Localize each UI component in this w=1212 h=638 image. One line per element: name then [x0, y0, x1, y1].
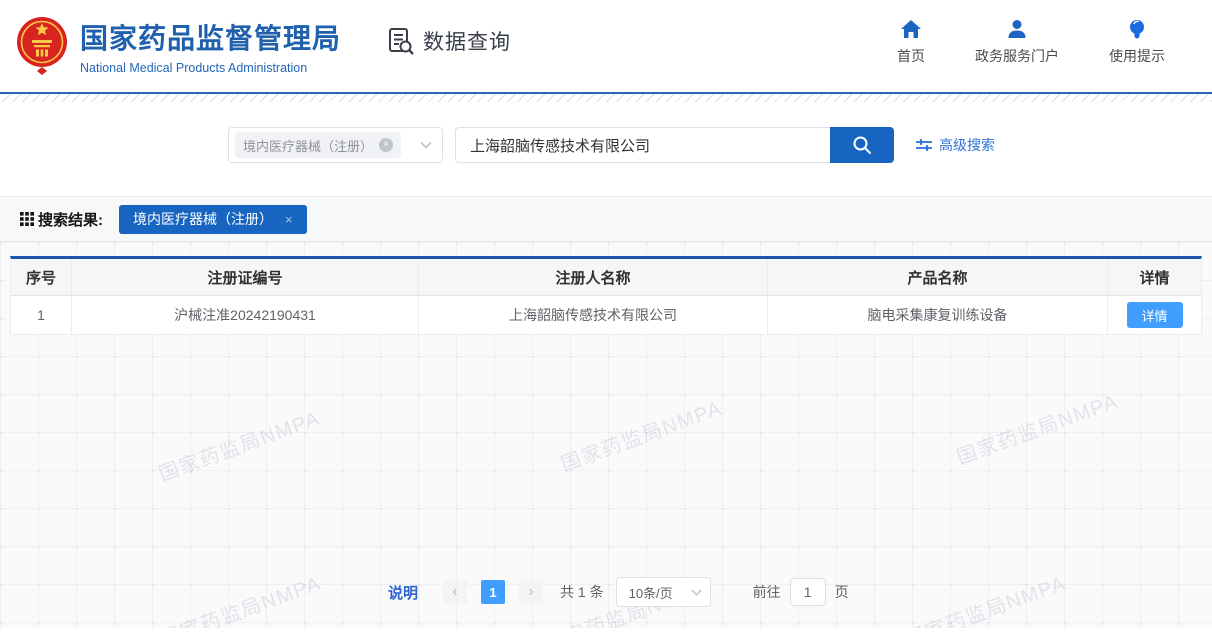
cell-product: 脑电采集康复训练设备	[768, 296, 1108, 334]
nav-gov-portal-label: 政务服务门户	[975, 46, 1059, 66]
nav-usage-tips[interactable]: 使用提示	[1109, 19, 1165, 66]
cell-index: 1	[11, 296, 72, 334]
nav-home-label: 首页	[897, 46, 925, 66]
advanced-search-link[interactable]: 高级搜索	[916, 135, 995, 155]
hatched-divider	[0, 94, 1212, 102]
org-title-block: 国家药品监督管理局 National Medical Products Admi…	[80, 17, 341, 75]
goto-page-input[interactable]	[790, 578, 826, 606]
nav-usage-tips-label: 使用提示	[1109, 46, 1165, 66]
advanced-search-label: 高级搜索	[939, 135, 995, 155]
document-search-icon	[386, 26, 416, 56]
results-bar: 搜索结果: 境内医疗器械（注册） ×	[0, 196, 1212, 242]
lightbulb-icon	[1126, 19, 1148, 39]
chevron-down-icon	[691, 589, 702, 596]
app-title: 数据查询	[386, 26, 511, 56]
user-icon	[1006, 19, 1028, 39]
page-size-value: 10条/页	[629, 583, 673, 602]
org-name-cn: 国家药品监督管理局	[80, 17, 341, 57]
col-header-detail: 详情	[1108, 259, 1201, 295]
results-table: 序号 注册证编号 注册人名称 产品名称 详情 1 沪械注准20242190431…	[10, 256, 1202, 335]
grid-icon	[20, 212, 34, 226]
cell-registrant: 上海韶脑传感技术有限公司	[419, 296, 768, 334]
cell-cert-no: 沪械注准20242190431	[72, 296, 419, 334]
bottom-strip	[0, 628, 1212, 638]
search-zone: 境内医疗器械（注册） × 高级搜索	[0, 102, 1212, 196]
table-row: 1 沪械注准20242190431 上海韶脑传感技术有限公司 脑电采集康复训练设…	[11, 296, 1201, 335]
nav-home[interactable]: 首页	[897, 19, 925, 66]
search-icon	[851, 134, 873, 156]
content-area: 国家药监局NMPA 国家药监局NMPA 国家药监局NMPA 国家药监局NMPA …	[0, 242, 1212, 638]
category-tag: 境内医疗器械（注册） ×	[235, 132, 401, 158]
results-filter-tag[interactable]: 境内医疗器械（注册） ×	[119, 205, 307, 234]
goto-suffix-label: 页	[835, 582, 849, 602]
page-size-select[interactable]: 10条/页	[616, 577, 711, 607]
nav-gov-portal[interactable]: 政务服务门户	[975, 19, 1059, 66]
filter-sliders-icon	[916, 138, 932, 152]
pagination: 说明 ‹ 1 › 共 1 条 10条/页 前往 页	[388, 577, 849, 607]
watermark: 国家药监局NMPA	[154, 402, 323, 487]
results-filter-tag-close-icon[interactable]: ×	[285, 212, 293, 227]
detail-button[interactable]: 详情	[1127, 302, 1183, 328]
col-header-cert-no: 注册证编号	[72, 259, 419, 295]
national-emblem-logo	[16, 14, 68, 76]
category-tag-label: 境内医疗器械（注册）	[243, 136, 373, 155]
results-filter-tag-label: 境内医疗器械（注册）	[133, 209, 273, 229]
header: 国家药品监督管理局 National Medical Products Admi…	[0, 0, 1212, 92]
current-page-button[interactable]: 1	[481, 580, 505, 604]
col-header-registrant: 注册人名称	[419, 259, 768, 295]
search-button[interactable]	[830, 127, 894, 163]
goto-label: 前往	[753, 582, 781, 602]
next-page-button[interactable]: ›	[519, 580, 543, 604]
col-header-product: 产品名称	[768, 259, 1108, 295]
category-tag-clear-icon[interactable]: ×	[379, 138, 393, 152]
note-link[interactable]: 说明	[388, 582, 418, 603]
results-bar-label: 搜索结果:	[38, 209, 103, 230]
app-title-label: 数据查询	[423, 26, 511, 56]
table-header-row: 序号 注册证编号 注册人名称 产品名称 详情	[11, 259, 1201, 296]
goto-page-group: 前往 页	[753, 578, 849, 606]
watermark: 国家药监局NMPA	[952, 385, 1121, 470]
org-name-en: National Medical Products Administration	[80, 61, 341, 75]
category-select[interactable]: 境内医疗器械（注册） ×	[228, 127, 443, 163]
total-count-label: 共 1 条	[560, 582, 604, 602]
prev-page-button[interactable]: ‹	[443, 580, 467, 604]
top-nav: 首页 政务服务门户 使用提示	[897, 19, 1165, 66]
home-icon	[900, 19, 922, 39]
col-header-index: 序号	[11, 259, 72, 295]
watermark: 国家药监局NMPA	[556, 392, 725, 477]
nmpa-data-query-page: 国家药品监督管理局 National Medical Products Admi…	[0, 0, 1212, 638]
chevron-down-icon	[420, 141, 432, 149]
search-input[interactable]	[455, 127, 830, 163]
